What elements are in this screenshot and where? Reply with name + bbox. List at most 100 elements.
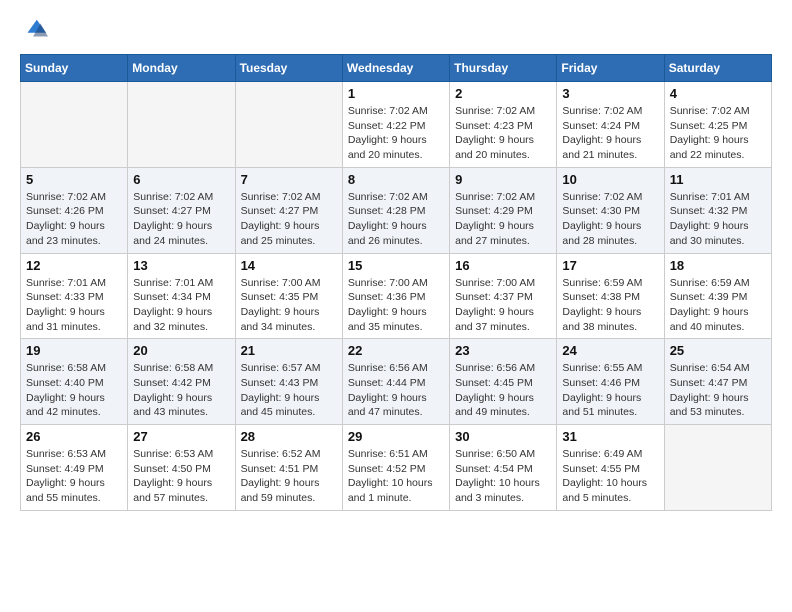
calendar-cell: 19 Sunrise: 6:58 AM Sunset: 4:40 PM Dayli… xyxy=(21,339,128,425)
day-number: 14 xyxy=(241,258,337,273)
calendar-cell: 13 Sunrise: 7:01 AM Sunset: 4:34 PM Dayli… xyxy=(128,253,235,339)
day-info: Sunrise: 7:02 AM Sunset: 4:23 PM Dayligh… xyxy=(455,104,551,163)
day-number: 4 xyxy=(670,86,766,101)
calendar-cell xyxy=(235,82,342,168)
day-info: Sunrise: 6:59 AM Sunset: 4:38 PM Dayligh… xyxy=(562,276,658,335)
day-info: Sunrise: 7:00 AM Sunset: 4:36 PM Dayligh… xyxy=(348,276,444,335)
day-number: 6 xyxy=(133,172,229,187)
calendar-cell: 28Sunrise: 6:52 AM Sunset: 4:51 PM Dayli… xyxy=(235,425,342,511)
day-number: 31 xyxy=(562,429,658,444)
day-info: Sunrise: 6:53 AM Sunset: 4:49 PM Dayligh… xyxy=(26,447,122,506)
calendar-cell: 6 Sunrise: 7:02 AM Sunset: 4:27 PM Daylig… xyxy=(128,167,235,253)
day-info: Sunrise: 7:00 AM Sunset: 4:37 PM Dayligh… xyxy=(455,276,551,335)
calendar-cell: 31 Sunrise: 6:49 AM Sunset: 4:55 PM Dayli… xyxy=(557,425,664,511)
day-info: Sunrise: 7:02 AM Sunset: 4:28 PM Dayligh… xyxy=(348,190,444,249)
day-number: 12 xyxy=(26,258,122,273)
weekday-header: Sunday xyxy=(21,55,128,82)
header xyxy=(20,16,772,44)
day-number: 18 xyxy=(670,258,766,273)
calendar-cell: 22Sunrise: 6:56 AM Sunset: 4:44 PM Dayli… xyxy=(342,339,449,425)
day-info: Sunrise: 7:02 AM Sunset: 4:27 PM Dayligh… xyxy=(241,190,337,249)
day-number: 30 xyxy=(455,429,551,444)
logo-icon xyxy=(20,16,48,44)
day-number: 19 xyxy=(26,343,122,358)
day-info: Sunrise: 6:56 AM Sunset: 4:44 PM Dayligh… xyxy=(348,361,444,420)
calendar-cell: 24 Sunrise: 6:55 AM Sunset: 4:46 PM Dayli… xyxy=(557,339,664,425)
page: SundayMondayTuesdayWednesdayThursdayFrid… xyxy=(0,0,792,531)
day-info: Sunrise: 7:02 AM Sunset: 4:29 PM Dayligh… xyxy=(455,190,551,249)
calendar-cell: 12 Sunrise: 7:01 AM Sunset: 4:33 PM Dayli… xyxy=(21,253,128,339)
day-number: 10 xyxy=(562,172,658,187)
day-number: 21 xyxy=(241,343,337,358)
day-info: Sunrise: 7:02 AM Sunset: 4:24 PM Dayligh… xyxy=(562,104,658,163)
calendar-header-row: SundayMondayTuesdayWednesdayThursdayFrid… xyxy=(21,55,772,82)
calendar-cell: 5Sunrise: 7:02 AM Sunset: 4:26 PM Daylig… xyxy=(21,167,128,253)
day-number: 2 xyxy=(455,86,551,101)
calendar-cell: 29 Sunrise: 6:51 AM Sunset: 4:52 PM Dayli… xyxy=(342,425,449,511)
calendar-cell: 1 Sunrise: 7:02 AM Sunset: 4:22 PM Daylig… xyxy=(342,82,449,168)
day-number: 25 xyxy=(670,343,766,358)
day-info: Sunrise: 7:01 AM Sunset: 4:33 PM Dayligh… xyxy=(26,276,122,335)
day-info: Sunrise: 6:51 AM Sunset: 4:52 PM Dayligh… xyxy=(348,447,444,506)
calendar-cell: 20Sunrise: 6:58 AM Sunset: 4:42 PM Dayli… xyxy=(128,339,235,425)
day-number: 9 xyxy=(455,172,551,187)
calendar-cell: 30 Sunrise: 6:50 AM Sunset: 4:54 PM Dayli… xyxy=(450,425,557,511)
day-info: Sunrise: 7:00 AM Sunset: 4:35 PM Dayligh… xyxy=(241,276,337,335)
day-number: 11 xyxy=(670,172,766,187)
day-info: Sunrise: 7:01 AM Sunset: 4:34 PM Dayligh… xyxy=(133,276,229,335)
day-number: 1 xyxy=(348,86,444,101)
calendar-cell: 3 Sunrise: 7:02 AM Sunset: 4:24 PM Daylig… xyxy=(557,82,664,168)
day-info: Sunrise: 6:55 AM Sunset: 4:46 PM Dayligh… xyxy=(562,361,658,420)
day-number: 23 xyxy=(455,343,551,358)
day-info: Sunrise: 6:53 AM Sunset: 4:50 PM Dayligh… xyxy=(133,447,229,506)
day-info: Sunrise: 6:58 AM Sunset: 4:42 PM Dayligh… xyxy=(133,361,229,420)
weekday-header: Monday xyxy=(128,55,235,82)
calendar-cell xyxy=(21,82,128,168)
calendar-cell: 21 Sunrise: 6:57 AM Sunset: 4:43 PM Dayli… xyxy=(235,339,342,425)
calendar-week-row: 12 Sunrise: 7:01 AM Sunset: 4:33 PM Dayli… xyxy=(21,253,772,339)
day-number: 17 xyxy=(562,258,658,273)
day-info: Sunrise: 6:59 AM Sunset: 4:39 PM Dayligh… xyxy=(670,276,766,335)
calendar-week-row: 19 Sunrise: 6:58 AM Sunset: 4:40 PM Dayli… xyxy=(21,339,772,425)
calendar-cell xyxy=(128,82,235,168)
day-number: 3 xyxy=(562,86,658,101)
calendar-cell: 7 Sunrise: 7:02 AM Sunset: 4:27 PM Daylig… xyxy=(235,167,342,253)
day-info: Sunrise: 7:02 AM Sunset: 4:25 PM Dayligh… xyxy=(670,104,766,163)
day-number: 15 xyxy=(348,258,444,273)
day-info: Sunrise: 6:49 AM Sunset: 4:55 PM Dayligh… xyxy=(562,447,658,506)
weekday-header: Thursday xyxy=(450,55,557,82)
day-number: 27 xyxy=(133,429,229,444)
day-number: 24 xyxy=(562,343,658,358)
calendar-cell: 15 Sunrise: 7:00 AM Sunset: 4:36 PM Dayli… xyxy=(342,253,449,339)
day-info: Sunrise: 6:57 AM Sunset: 4:43 PM Dayligh… xyxy=(241,361,337,420)
day-info: Sunrise: 6:50 AM Sunset: 4:54 PM Dayligh… xyxy=(455,447,551,506)
calendar-cell: 25Sunrise: 6:54 AM Sunset: 4:47 PM Dayli… xyxy=(664,339,771,425)
day-number: 16 xyxy=(455,258,551,273)
weekday-header: Saturday xyxy=(664,55,771,82)
day-info: Sunrise: 7:02 AM Sunset: 4:22 PM Dayligh… xyxy=(348,104,444,163)
calendar-cell: 18 Sunrise: 6:59 AM Sunset: 4:39 PM Dayli… xyxy=(664,253,771,339)
weekday-header: Friday xyxy=(557,55,664,82)
calendar-cell: 17 Sunrise: 6:59 AM Sunset: 4:38 PM Dayli… xyxy=(557,253,664,339)
calendar-cell: 14 Sunrise: 7:00 AM Sunset: 4:35 PM Dayli… xyxy=(235,253,342,339)
day-info: Sunrise: 7:01 AM Sunset: 4:32 PM Dayligh… xyxy=(670,190,766,249)
calendar-cell: 26Sunrise: 6:53 AM Sunset: 4:49 PM Dayli… xyxy=(21,425,128,511)
day-info: Sunrise: 7:02 AM Sunset: 4:27 PM Dayligh… xyxy=(133,190,229,249)
day-info: Sunrise: 6:52 AM Sunset: 4:51 PM Dayligh… xyxy=(241,447,337,506)
calendar-cell: 2 Sunrise: 7:02 AM Sunset: 4:23 PM Daylig… xyxy=(450,82,557,168)
calendar-week-row: 26Sunrise: 6:53 AM Sunset: 4:49 PM Dayli… xyxy=(21,425,772,511)
calendar-week-row: 1 Sunrise: 7:02 AM Sunset: 4:22 PM Daylig… xyxy=(21,82,772,168)
calendar-cell: 16 Sunrise: 7:00 AM Sunset: 4:37 PM Dayli… xyxy=(450,253,557,339)
calendar-cell xyxy=(664,425,771,511)
weekday-header: Tuesday xyxy=(235,55,342,82)
day-number: 7 xyxy=(241,172,337,187)
day-number: 13 xyxy=(133,258,229,273)
calendar-cell: 11 Sunrise: 7:01 AM Sunset: 4:32 PM Dayli… xyxy=(664,167,771,253)
calendar-week-row: 5Sunrise: 7:02 AM Sunset: 4:26 PM Daylig… xyxy=(21,167,772,253)
weekday-header: Wednesday xyxy=(342,55,449,82)
day-number: 29 xyxy=(348,429,444,444)
day-info: Sunrise: 6:58 AM Sunset: 4:40 PM Dayligh… xyxy=(26,361,122,420)
day-number: 5 xyxy=(26,172,122,187)
day-info: Sunrise: 7:02 AM Sunset: 4:30 PM Dayligh… xyxy=(562,190,658,249)
calendar-cell: 10 Sunrise: 7:02 AM Sunset: 4:30 PM Dayli… xyxy=(557,167,664,253)
